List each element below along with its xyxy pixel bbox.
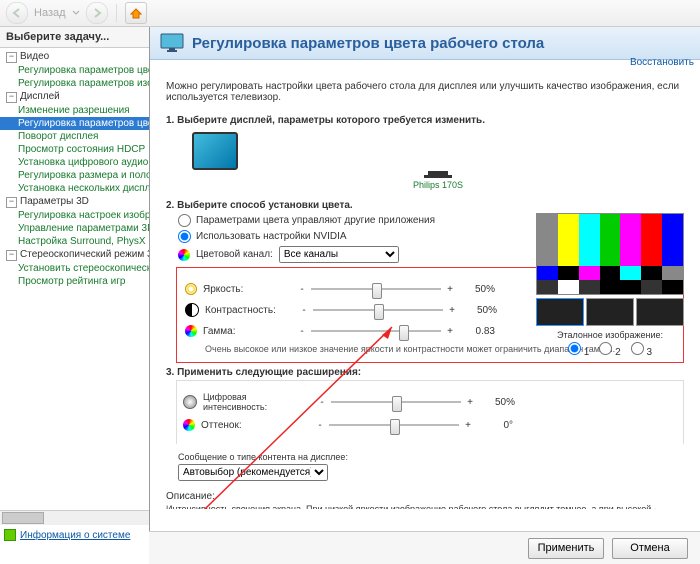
arrow-right-icon xyxy=(91,7,103,19)
apply-button[interactable]: Применить xyxy=(528,538,604,559)
tree-item[interactable]: Регулировка параметров изображения д xyxy=(0,77,149,90)
ref-radio[interactable]: 2 xyxy=(599,342,620,358)
display-selector[interactable]: Philips 170S xyxy=(192,132,684,190)
gamma-label: Гамма: xyxy=(203,326,293,337)
radio-other-label: Параметрами цвета управляют другие прило… xyxy=(196,215,435,226)
tree-item[interactable]: Регулировка размера и положения рабо xyxy=(0,169,149,182)
tree-group[interactable]: −Видео xyxy=(0,50,149,64)
brightness-icon xyxy=(185,283,197,295)
brightness-label: Яркость: xyxy=(203,284,293,295)
content-type-label: Сообщение о типе контента на дисплее: xyxy=(178,452,684,462)
color-channel-label: Цветовой канал: xyxy=(196,249,273,260)
home-icon xyxy=(130,7,142,19)
tree-item[interactable]: Установить стереоскопический режим 3 xyxy=(0,262,149,275)
tree-item[interactable]: Просмотр состояния HDCP xyxy=(0,143,149,156)
step2-label: 2. Выберите способ установки цвета. xyxy=(166,200,353,211)
contrast-value: 50% xyxy=(461,305,497,316)
color-channel-select[interactable]: Все каналы xyxy=(279,246,399,263)
hue-icon xyxy=(183,419,195,431)
hue-slider[interactable] xyxy=(329,417,459,433)
system-info-label: Информация о системе xyxy=(20,530,130,541)
tree-group[interactable]: −Дисплей xyxy=(0,90,149,104)
gamma-value: 0.83 xyxy=(459,326,495,337)
nav-tree: −ВидеоРегулировка параметров цвета для в… xyxy=(0,48,149,543)
preview-thumb-1[interactable] xyxy=(536,298,584,326)
preview-thumb-3[interactable] xyxy=(636,298,684,326)
h-scrollbar[interactable] xyxy=(0,510,149,525)
digital-slider[interactable] xyxy=(331,394,461,410)
reference-label: Эталонное изображение: xyxy=(536,330,684,340)
arrow-left-icon xyxy=(11,7,23,19)
back-label: Назад xyxy=(34,7,66,19)
hue-label: Оттенок: xyxy=(201,420,311,431)
description-text: Интенсивность свечения экрана. При низко… xyxy=(166,504,684,509)
toolbar: Назад xyxy=(0,0,700,27)
page-title: Регулировка параметров цвета рабочего ст… xyxy=(192,35,690,52)
tree-item[interactable]: Изменение разрешения xyxy=(0,104,149,117)
page-header: Регулировка параметров цвета рабочего ст… xyxy=(150,27,700,60)
monitor-color-icon xyxy=(160,33,184,53)
sidebar: Выберите задачу... −ВидеоРегулировка пар… xyxy=(0,27,150,543)
content-pane: Регулировка параметров цвета рабочего ст… xyxy=(150,27,700,543)
tree-item[interactable]: Регулировка параметров цвета для вид xyxy=(0,64,149,77)
tree-item[interactable]: Установка цифрового аудио xyxy=(0,156,149,169)
brightness-value: 50% xyxy=(459,284,495,295)
cancel-button[interactable]: Отмена xyxy=(612,538,688,559)
tree-item[interactable]: Управление параметрами 3D xyxy=(0,222,149,235)
tree-item[interactable]: Регулировка параметров цвета рабочег xyxy=(0,117,149,130)
contrast-icon xyxy=(185,303,199,317)
radio-nvidia-label: Использовать настройки NVIDIA xyxy=(196,231,347,242)
digital-label: Цифровая интенсивность: xyxy=(203,392,313,412)
footer: Применить Отмена xyxy=(149,531,700,564)
monitor-icon xyxy=(192,132,238,170)
gamma-icon xyxy=(185,325,197,337)
digital-vibrance-icon xyxy=(183,395,197,409)
radio-nvidia[interactable] xyxy=(178,230,191,243)
intro-text: Можно регулировать настройки цвета рабоч… xyxy=(166,81,684,103)
home-button[interactable] xyxy=(125,2,147,24)
brightness-slider[interactable] xyxy=(311,281,441,297)
color-wheel-icon xyxy=(178,249,190,261)
contrast-label: Контрастность: xyxy=(205,305,295,316)
hue-value: 0° xyxy=(477,420,513,431)
content-type-select[interactable]: Автовыбор (рекомендуется) xyxy=(178,464,328,481)
description-header: Описание: xyxy=(166,491,684,502)
preview-panel: Эталонное изображение: 1 2 3 xyxy=(536,213,684,358)
ref-radio[interactable]: 3 xyxy=(631,342,652,358)
step3-label: 3. Применить следующие расширения: xyxy=(166,367,361,378)
tree-item[interactable]: Просмотр рейтинга игр xyxy=(0,275,149,288)
chevron-down-icon[interactable] xyxy=(72,9,80,17)
main-area: Можно регулировать настройки цвета рабоч… xyxy=(150,71,700,509)
tree-group[interactable]: −Параметры 3D xyxy=(0,195,149,209)
system-info-link[interactable]: Информация о системе xyxy=(4,529,130,541)
step1-label: 1. Выберите дисплей, параметры которого … xyxy=(166,115,485,126)
tree-item[interactable]: Установка нескольких дисплеев xyxy=(0,182,149,195)
forward-button[interactable] xyxy=(86,2,108,24)
extensions-box: Цифровая интенсивность: - + 50% Оттенок:… xyxy=(176,380,684,444)
monitor-name: Philips 170S xyxy=(192,180,684,190)
color-bars-icon xyxy=(536,213,684,295)
tree-item[interactable]: Настройка Surround, PhysX xyxy=(0,235,149,248)
contrast-slider[interactable] xyxy=(313,302,443,318)
digital-value: 50% xyxy=(479,397,515,408)
tree-item[interactable]: Регулировка настроек изображения с п xyxy=(0,209,149,222)
nvidia-icon xyxy=(4,529,16,541)
tree-group[interactable]: −Стереоскопический режим 3D xyxy=(0,248,149,262)
task-header: Выберите задачу... xyxy=(0,27,149,48)
gamma-slider[interactable] xyxy=(311,323,441,339)
preview-thumb-2[interactable] xyxy=(586,298,634,326)
ref-radio[interactable]: 1 xyxy=(568,342,589,358)
restore-link[interactable]: Восстановить xyxy=(630,57,694,68)
back-button[interactable] xyxy=(6,2,28,24)
radio-other-apps[interactable] xyxy=(178,214,191,227)
tree-item[interactable]: Поворот дисплея xyxy=(0,130,149,143)
